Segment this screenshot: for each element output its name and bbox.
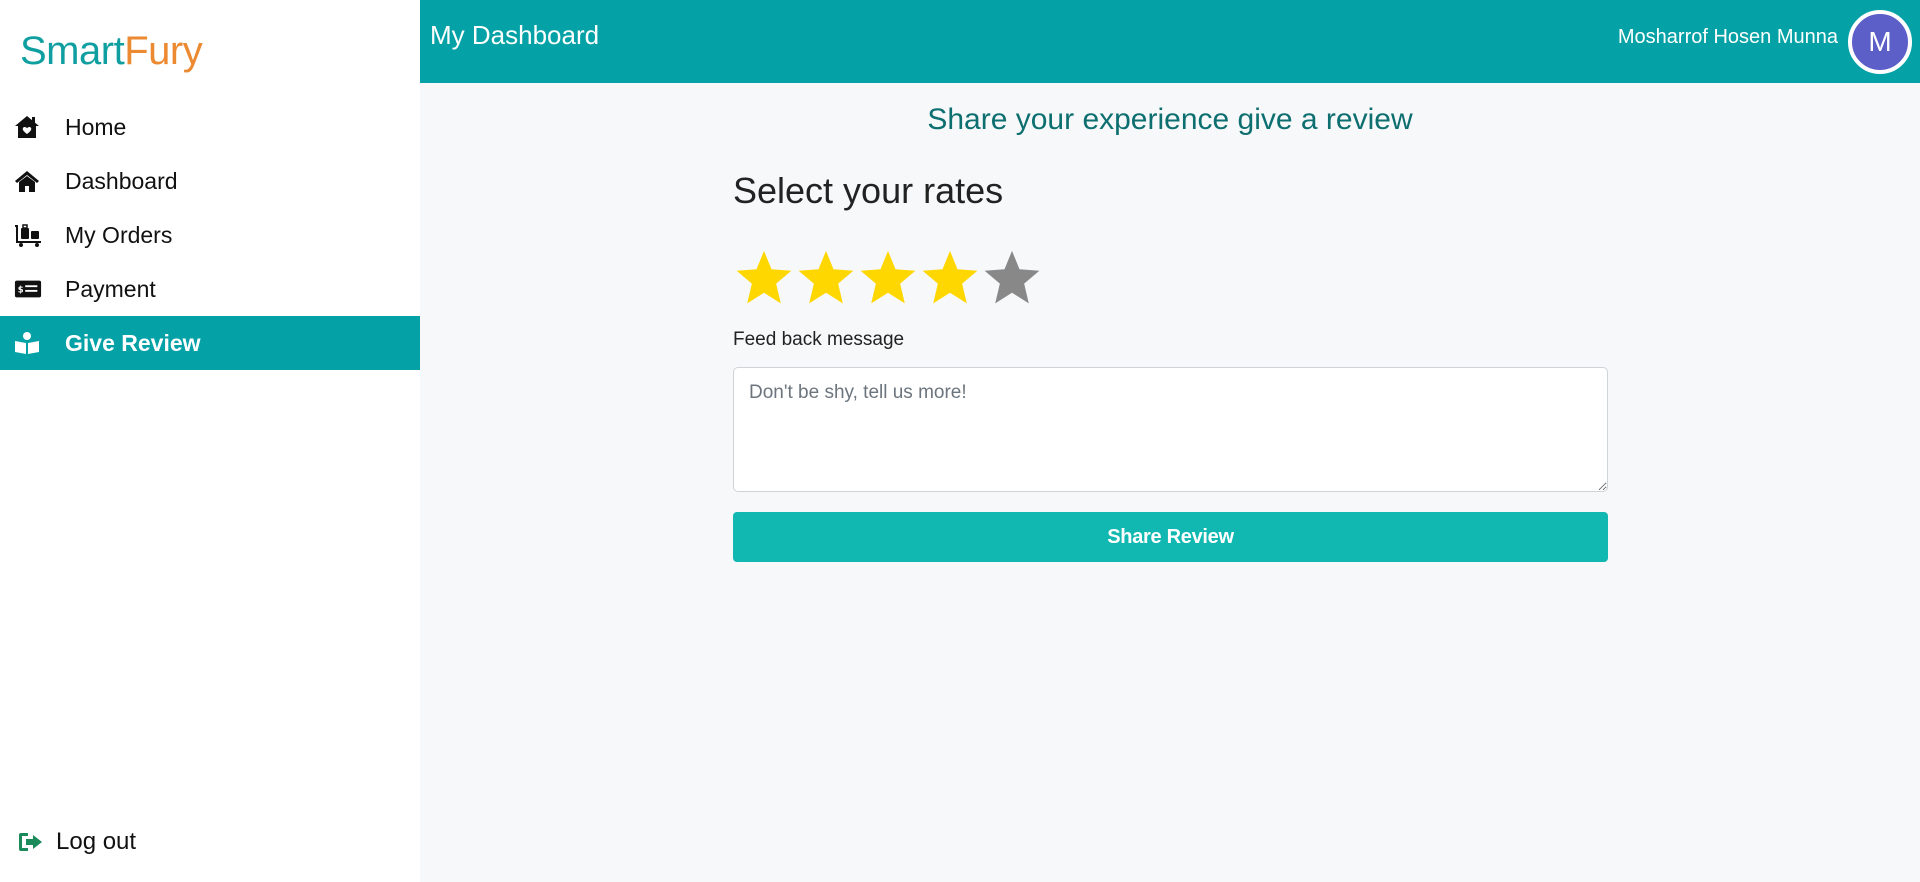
- sidebar-item-label: My Orders: [65, 221, 173, 248]
- star-filled-icon[interactable]: [857, 247, 919, 309]
- sidebar-item-label: Dashboard: [65, 167, 178, 194]
- avatar[interactable]: M: [1848, 10, 1912, 74]
- star-filled-icon[interactable]: [919, 247, 981, 309]
- svg-text:$: $: [18, 285, 24, 295]
- book-reader-icon: [14, 329, 42, 357]
- home-heart-icon: [14, 113, 42, 141]
- star-filled-icon[interactable]: [795, 247, 857, 309]
- top-header: My Dashboard Mosharrof Hosen Munna M: [420, 0, 1920, 83]
- share-review-button[interactable]: Share Review: [733, 512, 1608, 562]
- sidebar-item-dashboard[interactable]: Dashboard: [0, 154, 420, 208]
- brand-logo-part1: Smart: [20, 29, 125, 73]
- user-name: Mosharrof Hosen Munna: [1617, 26, 1838, 48]
- sidebar: SmartFury Home Dashboard My Orders $ Pay…: [0, 0, 420, 882]
- page-title: My Dashboard: [430, 20, 600, 50]
- house-icon: [14, 167, 42, 195]
- sidebar-nav: Home Dashboard My Orders $ Payment Give …: [0, 100, 420, 370]
- avatar-initial: M: [1868, 26, 1892, 57]
- brand-logo[interactable]: SmartFury: [20, 26, 203, 76]
- review-heading: Share your experience give a review: [927, 103, 1413, 136]
- rates-title: Select your rates: [733, 170, 1004, 211]
- sidebar-item-give-review[interactable]: Give Review: [0, 316, 420, 370]
- logout-label: Log out: [56, 828, 137, 855]
- feedback-label: Feed back message: [733, 329, 905, 350]
- brand-logo-part2: Fury: [124, 29, 203, 73]
- sidebar-item-label: Give Review: [65, 329, 201, 356]
- sign-out-icon: [18, 828, 46, 856]
- app-root: SmartFury Home Dashboard My Orders $ Pay…: [0, 0, 1920, 882]
- sidebar-item-my-orders[interactable]: My Orders: [0, 208, 420, 262]
- sidebar-item-label: Home: [65, 113, 127, 140]
- money-check-icon: $: [14, 275, 42, 303]
- star-rating: [733, 245, 1608, 311]
- main-content: Share your experience give a review Sele…: [420, 83, 1920, 882]
- star-empty-icon[interactable]: [981, 247, 1043, 309]
- star-filled-icon[interactable]: [733, 247, 795, 309]
- luggage-cart-icon: [14, 221, 42, 249]
- review-form: Select your rates Feed back message Shar…: [733, 167, 1608, 562]
- sidebar-item-home[interactable]: Home: [0, 100, 420, 154]
- sidebar-item-label: Payment: [65, 275, 156, 302]
- logout-button[interactable]: Log out: [18, 828, 136, 856]
- feedback-textarea[interactable]: [733, 367, 1608, 492]
- sidebar-item-payment[interactable]: $ Payment: [0, 262, 420, 316]
